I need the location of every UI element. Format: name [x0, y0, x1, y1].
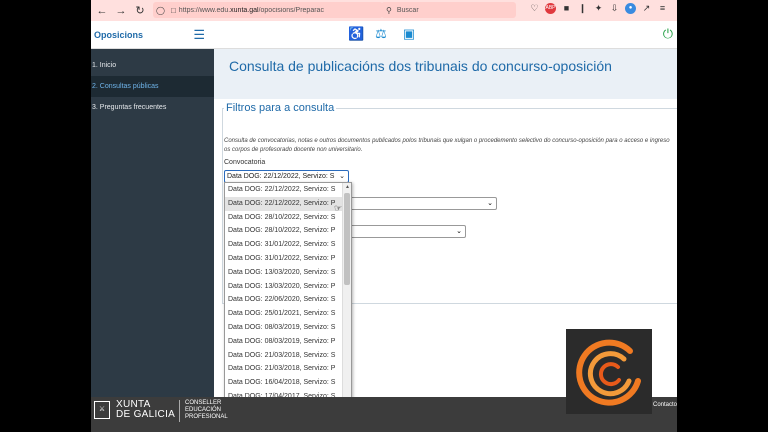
title-band: Consulta de publicacións dos tribunais d… — [214, 49, 677, 99]
dropdown-scrollbar[interactable]: ▲ ▼ — [342, 183, 351, 431]
convocatoria-label: Convocatoria — [224, 159, 266, 166]
sidebar: Oposicions ☰ 1. Inicio 2. Consultas públ… — [91, 21, 214, 397]
dropdown-option[interactable]: Data DOG: 21/03/2018, Servizo: P — [225, 362, 351, 376]
scrollbar-thumb[interactable] — [344, 193, 350, 285]
accessibility-icon[interactable]: ♿ — [348, 26, 364, 42]
dropdown-option[interactable]: Data DOG: 31/01/2022, Servizo: S — [225, 238, 351, 252]
lock-icon: □ — [170, 5, 176, 15]
sidebar-item-preguntas[interactable]: 3. Preguntas frecuentes — [91, 97, 214, 118]
dropdown-option[interactable]: Data DOG: 21/03/2018, Servizo: S — [225, 349, 351, 363]
dropdown-option[interactable]: Data DOG: 08/03/2019, Servizo: P — [225, 335, 351, 349]
channel-logo — [566, 329, 652, 414]
reload-icon[interactable]: ↻ — [132, 3, 148, 19]
top-header: ♿ ⚖ ▣ ⏻ — [214, 21, 677, 49]
filters-description: Consulta de convocatorias, notas e outro… — [224, 138, 670, 153]
conselleria-line1: CONSELLER — [185, 400, 222, 406]
conselleria-line3: PROFESIONAL — [185, 414, 228, 420]
dropdown-option[interactable]: Data DOG: 13/03/2020, Servizo: P — [225, 280, 351, 294]
sidebar-title[interactable]: Oposicions — [94, 30, 143, 40]
dropdown-option[interactable]: Data DOG: 28/10/2022, Servizo: S — [225, 211, 351, 225]
dropdown-option[interactable]: Data DOG: 28/10/2022, Servizo: P — [225, 224, 351, 238]
power-icon[interactable]: ⏻ — [663, 26, 673, 42]
dropdown-option[interactable]: Data DOG: 13/03/2020, Servizo: S — [225, 266, 351, 280]
forward-icon[interactable]: → — [113, 3, 129, 19]
hamburger-icon[interactable]: ☰ — [193, 27, 205, 43]
dropdown-option[interactable]: Data DOG: 22/06/2020, Servizo: S — [225, 293, 351, 307]
scales-icon[interactable]: ⚖ — [373, 26, 389, 42]
chevron-down-icon: ⌄ — [456, 228, 462, 235]
search-placeholder: Buscar — [396, 6, 419, 14]
xunta-line2: DE GALICIA — [116, 409, 176, 420]
swirl-logo-icon — [576, 339, 641, 406]
shield-icon: ◯ — [156, 5, 165, 15]
page-title: Consulta de publicacións dos tribunais d… — [229, 58, 612, 74]
chevron-down-icon: ⌄ — [339, 173, 345, 180]
sidebar-item-consultas[interactable]: 2. Consultas públicas — [91, 76, 214, 97]
account-icon[interactable]: ● — [625, 3, 636, 14]
adblock-icon[interactable]: ABP — [545, 3, 556, 14]
contact-link[interactable]: Contacto — [653, 402, 677, 408]
search-icon: ⚲ — [386, 5, 392, 15]
mouse-cursor-icon: ☞ — [334, 203, 343, 213]
browser-toolbar: ← → ↻ ⌂ ◯ □ https://www.edu.xunta.gal/op… — [91, 0, 677, 21]
dropdown-option[interactable]: Data DOG: 16/04/2018, Servizo: S — [225, 376, 351, 390]
dropdown-list: Data DOG: 22/12/2022, Servizo: S Data DOG… — [225, 183, 351, 431]
url-bar[interactable]: ◯ □ https://www.edu.xunta.gal/opocisions… — [153, 2, 383, 18]
dropdown-option[interactable]: Data DOG: 25/01/2021, Servizo: S — [225, 307, 351, 321]
xunta-wordmark: XUNTA DE GALICIA — [116, 400, 175, 420]
back-icon[interactable]: ← — [94, 3, 110, 19]
menu-icon[interactable]: ≡ — [657, 3, 668, 14]
toolbar-icons: ♡ ABP ■ ❙ ✦ ⇩ ● ↗ ≡ — [529, 3, 668, 14]
scroll-up-icon[interactable]: ▲ — [343, 184, 351, 190]
convocatoria-value: Data DOG: 22/12/2022, Servizo: S — [227, 173, 335, 180]
pocket-icon[interactable]: ♡ — [529, 3, 540, 14]
url-text: https://www.edu.xunta.gal/opocisions/Pre… — [178, 6, 324, 14]
filters-legend: Filtros para a consulta — [224, 102, 337, 114]
dropdown-option[interactable]: Data DOG: 08/03/2019, Servizo: S — [225, 321, 351, 335]
dropdown-option[interactable]: Data DOG: 22/12/2022, Servizo: P — [225, 196, 351, 211]
extension-icon[interactable]: ■ — [561, 3, 572, 14]
convocatoria-dropdown[interactable]: Data DOG: 22/12/2022, Servizo: S Data DOG… — [224, 182, 352, 432]
sidebar-item-inicio[interactable]: 1. Inicio — [91, 55, 214, 76]
footer-divider — [179, 400, 180, 422]
chevron-down-icon: ⌄ — [487, 200, 493, 207]
xunta-logo-icon: ⚔ — [94, 401, 110, 419]
sidebar-header: Oposicions ☰ — [91, 21, 214, 49]
conselleria-text: CONSELLER EDUCACIÓN PROFESIONAL — [185, 400, 228, 421]
dropdown-option[interactable]: Data DOG: 31/01/2022, Servizo: P — [225, 252, 351, 266]
search-bar[interactable]: ⚲ Buscar — [381, 2, 516, 18]
download-icon[interactable]: ⇩ — [609, 3, 620, 14]
dropdown-option[interactable]: Data DOG: 22/12/2022, Servizo: S — [225, 183, 351, 197]
puzzle-icon[interactable]: ✦ — [593, 3, 604, 14]
library-icon[interactable]: ❙ — [577, 3, 588, 14]
share-icon[interactable]: ↗ — [641, 3, 652, 14]
conselleria-line2: EDUCACIÓN — [185, 407, 222, 413]
inbox-icon[interactable]: ▣ — [401, 26, 417, 42]
